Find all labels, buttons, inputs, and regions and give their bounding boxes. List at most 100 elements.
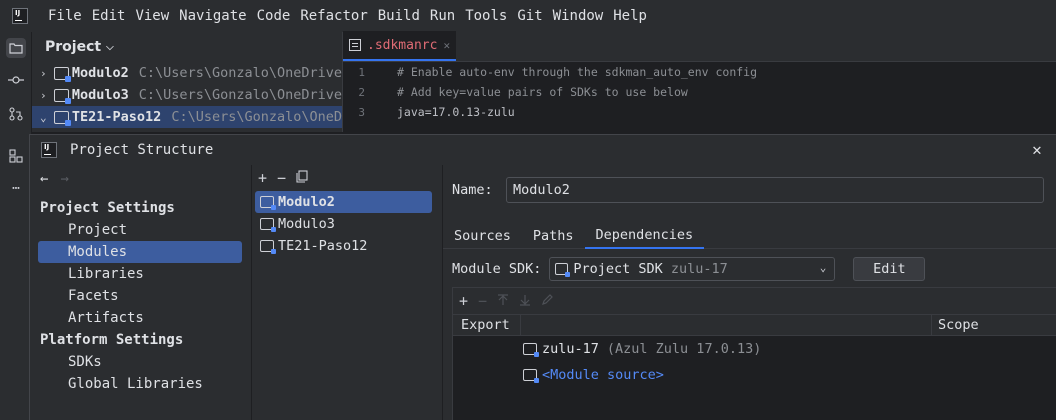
nav-item-project[interactable]: Project (38, 219, 242, 241)
project-panel-title: Project (45, 39, 102, 55)
commit-icon[interactable] (6, 70, 26, 90)
module-item-label: Modulo2 (278, 194, 335, 210)
nav-item-global-libraries[interactable]: Global Libraries (38, 373, 242, 395)
nav-item-artifacts[interactable]: Artifacts (38, 307, 242, 329)
editor-tab-bar: .sdkmanrc ✕ (343, 31, 1056, 62)
project-panel-header[interactable]: Project ⌵ (32, 32, 342, 62)
module-item-label: Modulo3 (278, 216, 335, 232)
module-item-modulo3[interactable]: Modulo3 (255, 213, 432, 235)
edit-icon[interactable] (541, 292, 553, 310)
forward-arrow-icon[interactable]: → (60, 171, 68, 187)
line-number: 2 (358, 85, 365, 99)
modules-list-panel: + − Modulo2 Modulo3 TE21-Paso12 (252, 165, 442, 420)
menu-window[interactable]: Window (553, 8, 604, 24)
dependency-name: zulu-17 (542, 341, 599, 357)
name-row: Name: Modulo2 (452, 177, 1044, 203)
module-folder-icon (54, 110, 71, 126)
module-tabs: Sources Paths Dependencies (443, 223, 1056, 249)
nav-item-modules[interactable]: Modules (38, 241, 242, 263)
module-name-field[interactable]: Modulo2 (506, 177, 1044, 203)
edit-sdk-button[interactable]: Edit (853, 257, 926, 281)
add-icon[interactable]: + (258, 169, 267, 187)
menu-code[interactable]: Code (257, 8, 291, 24)
menu-edit[interactable]: Edit (92, 8, 126, 24)
dependency-row-module-source[interactable]: <Module source> (453, 362, 1056, 388)
line-number: 3 (358, 105, 365, 119)
chevron-right-icon[interactable]: › (40, 67, 54, 80)
menu-build[interactable]: Build (378, 8, 420, 24)
text-file-icon (349, 39, 361, 51)
structure-icon[interactable] (6, 146, 26, 166)
menu-git[interactable]: Git (517, 8, 542, 24)
main-menu-bar: IJ File Edit View Navigate Code Refactor… (0, 0, 1056, 32)
move-down-icon[interactable] (519, 292, 531, 310)
tree-row-te21-paso12[interactable]: ⌄ TE21-Paso12 C:\Users\Gonzalo\OneD (32, 106, 342, 128)
close-icon[interactable]: ✕ (443, 39, 450, 52)
module-item-te21-paso12[interactable]: TE21-Paso12 (255, 235, 432, 257)
sdk-folder-icon (523, 343, 539, 357)
tree-row-modulo2[interactable]: › Modulo2 C:\Users\Gonzalo\OneDrive (32, 62, 342, 84)
code-line[interactable]: 1 # Enable auto-env through the sdkman_a… (343, 62, 1056, 82)
move-up-icon[interactable] (497, 292, 509, 310)
tab-paths[interactable]: Paths (522, 223, 585, 249)
dependency-row-zulu-17[interactable]: zulu-17 (Azul Zulu 17.0.13) (453, 336, 1056, 362)
module-folder-icon (260, 240, 276, 254)
editor-area: .sdkmanrc ✕ 1 # Enable auto-env through … (342, 31, 1056, 132)
remove-icon[interactable]: − (478, 292, 487, 310)
module-folder-icon (260, 218, 276, 232)
dialog-title-bar[interactable]: IJ Project Structure ✕ (30, 135, 1056, 165)
more-tools-icon[interactable]: ⋯ (6, 178, 26, 198)
tab-sources[interactable]: Sources (443, 223, 522, 249)
menu-refactor[interactable]: Refactor (300, 8, 367, 24)
column-header-export[interactable]: Export (453, 315, 521, 335)
dialog-title: Project Structure (70, 142, 214, 158)
code-line[interactable]: 2 # Add key=value pairs of SDKs to use b… (343, 82, 1056, 102)
dependencies-table: + − Export Scope zulu-17 (Azul Zulu 17.0… (452, 287, 1056, 420)
history-navigation: ← → (40, 171, 69, 187)
menu-tools[interactable]: Tools (465, 8, 507, 24)
nav-item-libraries[interactable]: Libraries (38, 263, 242, 285)
column-header-scope[interactable]: Scope (932, 315, 1056, 335)
sdk-selected-value: Project SDK (573, 261, 663, 277)
nav-item-sdks[interactable]: SDKs (38, 351, 242, 373)
menu-navigate[interactable]: Navigate (179, 8, 246, 24)
module-detail-panel: Name: Modulo2 Sources Paths Dependencies… (443, 165, 1056, 420)
menu-file[interactable]: File (48, 8, 82, 24)
menu-help[interactable]: Help (613, 8, 647, 24)
module-sdk-dropdown[interactable]: Project SDK zulu-17 ⌄ (549, 257, 836, 281)
chevron-right-icon[interactable]: › (40, 89, 54, 102)
column-header-dependency[interactable] (521, 315, 932, 335)
tree-item-name: TE21-Paso12 (71, 109, 162, 125)
tree-row-modulo3[interactable]: › Modulo3 C:\Users\Gonzalo\OneDrive (32, 84, 342, 106)
code-text: java=17.0.13-zulu (397, 105, 515, 119)
project-settings-heading: Project Settings (40, 200, 175, 216)
menu-view[interactable]: View (135, 8, 169, 24)
platform-settings-heading: Platform Settings (40, 332, 184, 348)
nav-item-facets[interactable]: Facets (38, 285, 242, 307)
remove-icon[interactable]: − (277, 169, 286, 187)
project-folder-icon[interactable] (6, 38, 26, 58)
chevron-down-icon[interactable]: ⌄ (40, 111, 54, 124)
back-arrow-icon[interactable]: ← (40, 171, 48, 187)
code-line[interactable]: 3 java=17.0.13-zulu (343, 102, 1056, 122)
tab-dependencies[interactable]: Dependencies (584, 223, 705, 249)
dependencies-toolbar: + − (453, 288, 1056, 314)
pull-requests-icon[interactable] (6, 104, 26, 124)
copy-icon[interactable] (296, 169, 309, 187)
chevron-down-icon: ⌵ (106, 41, 114, 53)
module-folder-icon (54, 66, 71, 82)
module-folder-icon (54, 88, 71, 104)
dependency-name: <Module source> (542, 367, 664, 383)
menu-run[interactable]: Run (430, 8, 455, 24)
editor-tab-label: .sdkmanrc (367, 37, 438, 53)
add-icon[interactable]: + (459, 292, 468, 310)
module-folder-icon (260, 196, 276, 210)
tree-item-name: Modulo3 (71, 87, 129, 103)
settings-nav: Project Settings Project Modules Librari… (30, 197, 250, 395)
tree-item-path: C:\Users\Gonzalo\OneDrive (138, 65, 342, 81)
sdk-selected-detail: zulu-17 (670, 261, 728, 277)
close-icon[interactable]: ✕ (1027, 140, 1047, 160)
editor-tab-sdkmanrc[interactable]: .sdkmanrc ✕ (343, 31, 457, 61)
module-item-modulo2[interactable]: Modulo2 (255, 191, 432, 213)
code-text: # Enable auto-env through the sdkman_aut… (397, 65, 758, 79)
